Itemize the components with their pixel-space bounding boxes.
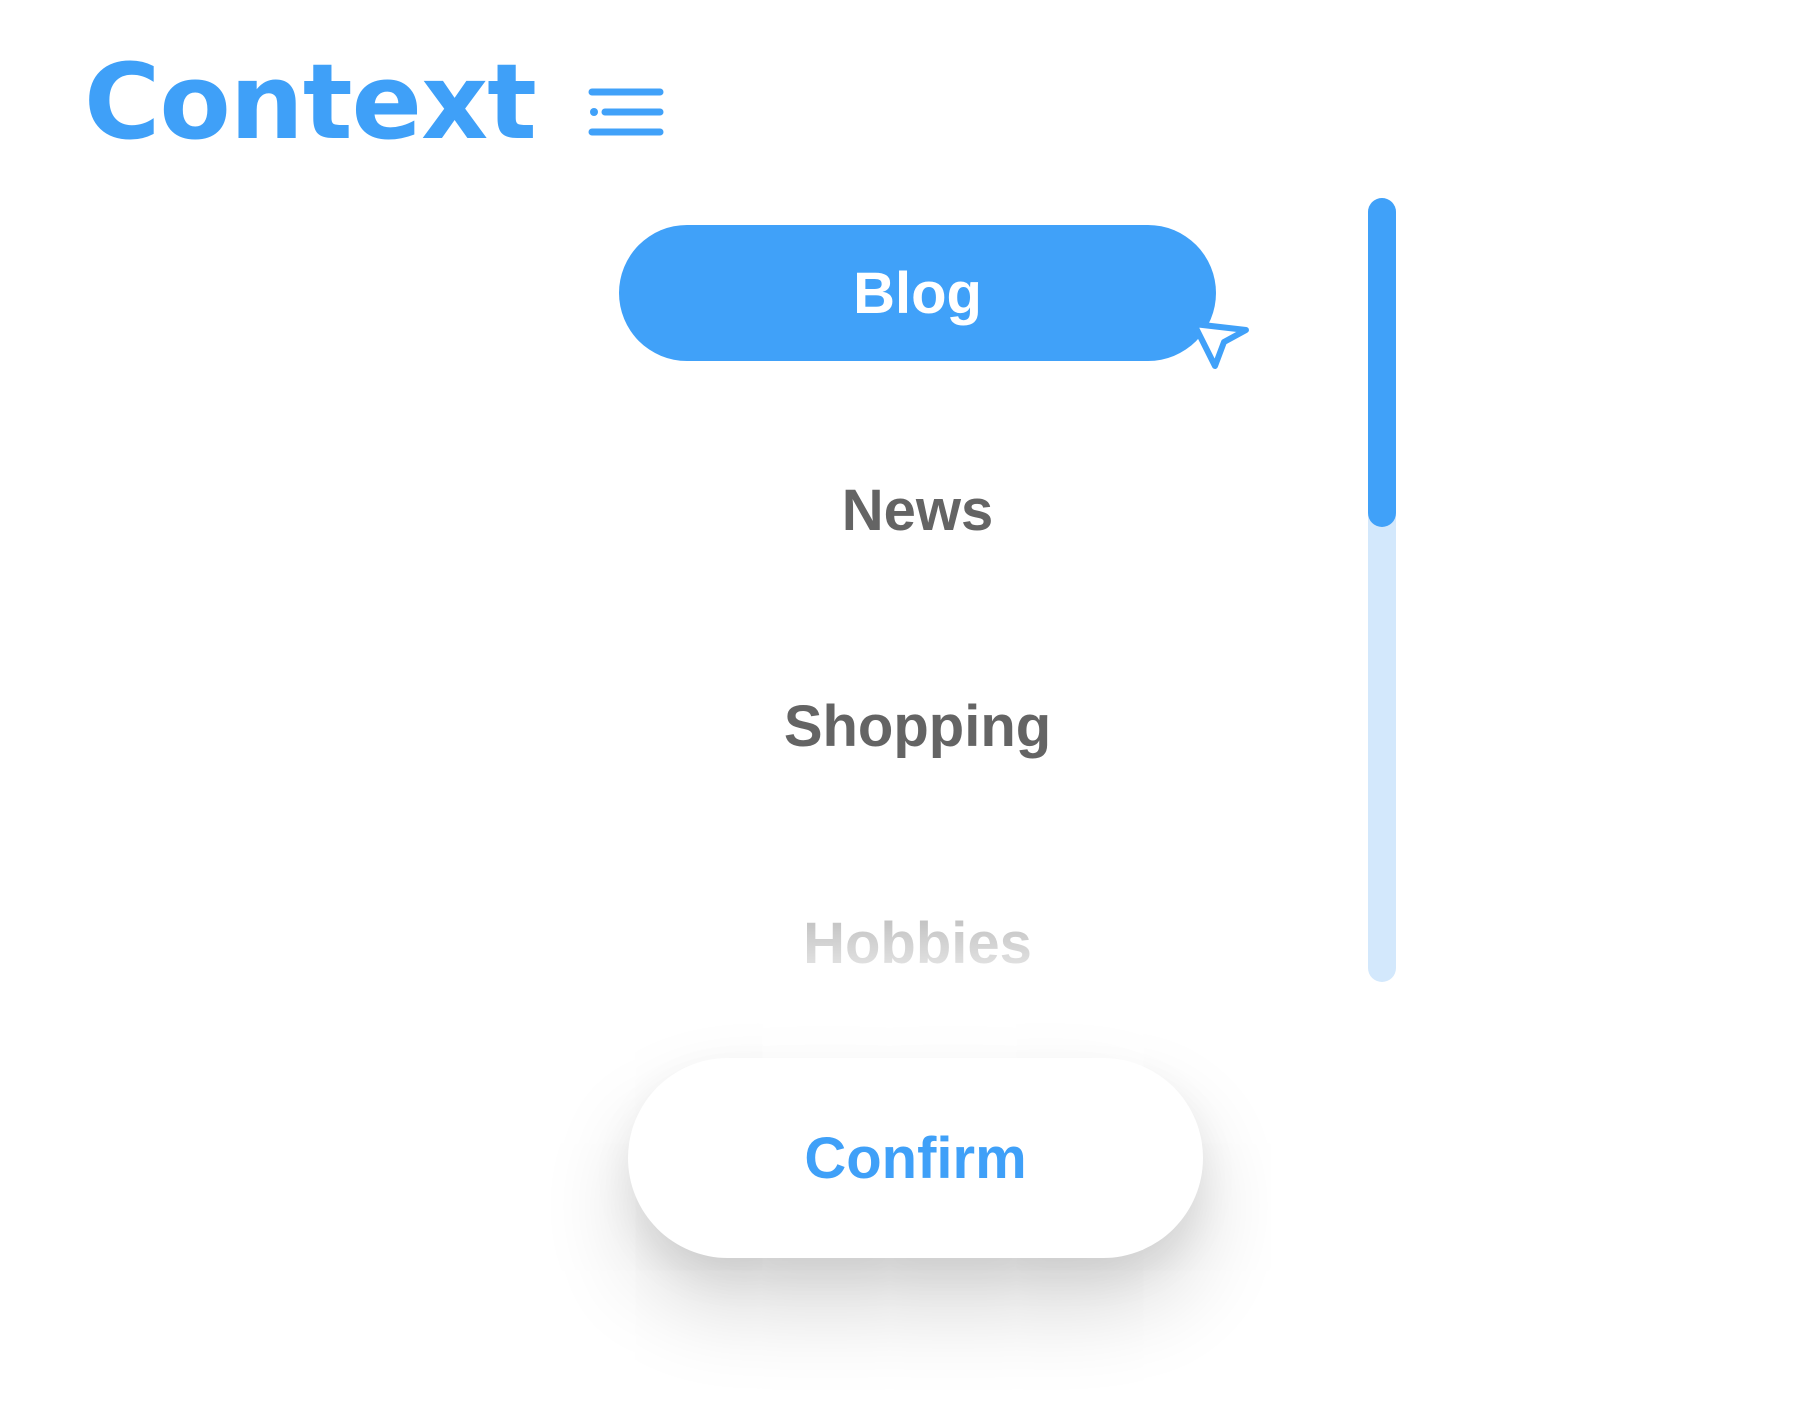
scrollbar-track[interactable] <box>1368 198 1396 982</box>
confirm-button[interactable]: Confirm <box>628 1058 1203 1258</box>
menu-item-label: News <box>841 477 994 543</box>
brand-logo: Context <box>84 41 537 163</box>
menu-item-shopping[interactable]: Shopping <box>619 658 1216 794</box>
menu-item-label: Hobbies <box>803 910 1032 976</box>
pointer-arrow-icon <box>1186 310 1258 376</box>
menu-lines-icon <box>588 88 664 136</box>
menu-toggle-button[interactable] <box>588 86 664 140</box>
confirm-label: Confirm <box>804 1125 1027 1191</box>
scrollbar-thumb[interactable] <box>1368 198 1396 527</box>
menu-item-blog[interactable]: Blog <box>619 225 1216 361</box>
menu-item-label: Shopping <box>783 693 1052 759</box>
menu-item-news[interactable]: News <box>619 442 1216 578</box>
menu-item-label: Blog <box>853 260 982 326</box>
menu-item-hobbies[interactable]: Hobbies <box>619 875 1216 1011</box>
